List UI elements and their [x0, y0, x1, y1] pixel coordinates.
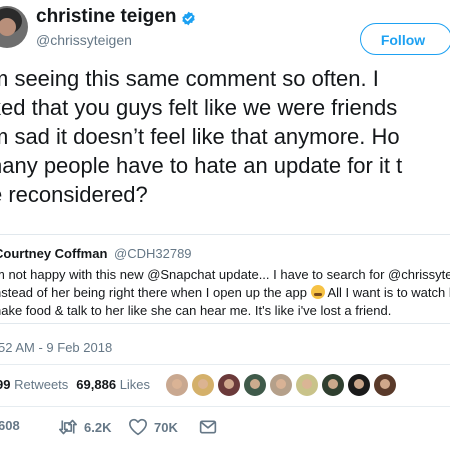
reply-count: 608: [0, 418, 20, 433]
avatar[interactable]: [0, 6, 28, 48]
liker-avatar[interactable]: [322, 374, 344, 396]
liker-avatar[interactable]: [218, 374, 240, 396]
liker-avatar[interactable]: [374, 374, 396, 396]
quoted-tweet-author[interactable]: Courtney Coffman @CDH32789: [0, 246, 192, 261]
retweet-icon: [58, 419, 77, 435]
retweet-count: 6.2K: [84, 419, 112, 435]
quoted-line: m not happy with this new @Snapchat upda…: [0, 267, 450, 282]
follow-button[interactable]: Follow: [360, 23, 450, 55]
quoted-author-handle: @CDH32789: [114, 246, 192, 261]
quoted-line-part: All I want is to watch h: [324, 285, 450, 300]
likes-stat[interactable]: 69,886 Likes: [76, 377, 150, 392]
retweets-stat[interactable]: 99 Retweets: [0, 377, 68, 392]
heart-icon: [129, 418, 147, 436]
tweet-text: m seeing this same comment so often. I k…: [0, 64, 450, 209]
verified-badge-icon: [181, 10, 196, 25]
direct-message-button[interactable]: [198, 418, 218, 436]
likes-count: 69,886: [76, 377, 117, 392]
quoted-tweet-text: m not happy with this new @Snapchat upda…: [0, 266, 450, 320]
quoted-author-name: Courtney Coffman: [0, 246, 108, 261]
tweet-stats: 99 Retweets 69,886 Likes: [0, 377, 150, 392]
tweet-line: nany people have to hate an update for i…: [0, 153, 403, 178]
tweet-timestamp[interactable]: 52 AM - 9 Feb 2018: [0, 340, 112, 355]
tweet-actions: 608 6.2K 70K: [0, 418, 450, 440]
display-name[interactable]: christine teigen: [36, 6, 176, 28]
tweet-line: e reconsidered?: [0, 182, 148, 207]
liker-avatar[interactable]: [192, 374, 214, 396]
handle[interactable]: @chrissyteigen: [36, 32, 132, 48]
retweets-label: Retweets: [14, 377, 69, 392]
quoted-line: nstead of her being right there when I o…: [0, 284, 450, 302]
liker-avatar[interactable]: [270, 374, 292, 396]
liker-avatar[interactable]: [296, 374, 318, 396]
weary-face-emoji-icon: [310, 285, 325, 299]
retweet-button[interactable]: 6.2K: [58, 418, 111, 436]
like-button[interactable]: 70K: [128, 418, 178, 436]
likers-avatars: [166, 374, 400, 396]
likes-label: Likes: [119, 377, 151, 392]
liker-avatar[interactable]: [166, 374, 188, 396]
reply-button[interactable]: 608: [0, 418, 20, 433]
liker-avatar[interactable]: [348, 374, 370, 396]
like-count: 70K: [154, 419, 178, 435]
tweet-line: m seeing this same comment so often. I: [0, 66, 379, 91]
tweet-line: m sad it doesn’t feel like that anymore.…: [0, 124, 400, 149]
quoted-line-part: nstead of her being right there when I o…: [0, 285, 311, 300]
tweet-page: christine teigen @chrissyteigen Follow m…: [0, 0, 450, 450]
retweets-count: 99: [0, 377, 11, 392]
tweet-line: ked that you guys felt like we were frie…: [0, 95, 398, 120]
divider: [0, 406, 450, 407]
divider: [0, 364, 450, 365]
display-name-row[interactable]: christine teigen: [36, 6, 196, 28]
envelope-icon: [199, 420, 217, 434]
quoted-line: nake food & talk to her like she can hea…: [0, 303, 392, 318]
liker-avatar[interactable]: [244, 374, 266, 396]
